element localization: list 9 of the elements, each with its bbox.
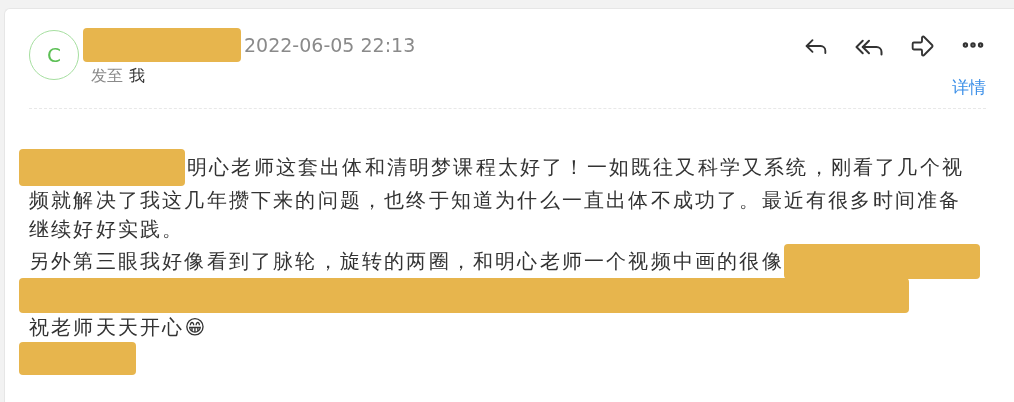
- message-line: 另外第三眼我好像看到了脉轮，旋转的两圈，和明心老师一个视频中画的很像: [29, 248, 784, 275]
- details-link[interactable]: 详情: [952, 76, 986, 99]
- message-line: 频就解决了我这几年攒下来的问题，也终于知道为什么一直出体不成功了。最近有很多时间准备继续好好实践。: [29, 187, 963, 243]
- avatar: C: [29, 30, 79, 80]
- recipient-label: 发至: [91, 66, 123, 87]
- sent-date: 2022-06-05 22:13: [244, 34, 416, 56]
- message-line: 明心老师这套出体和清明梦课程太好了！一如既往又科学又系统，刚看了几个视: [187, 154, 964, 181]
- message-line: 祝老师天天开心😁: [29, 314, 209, 341]
- recipient: 我: [129, 66, 145, 87]
